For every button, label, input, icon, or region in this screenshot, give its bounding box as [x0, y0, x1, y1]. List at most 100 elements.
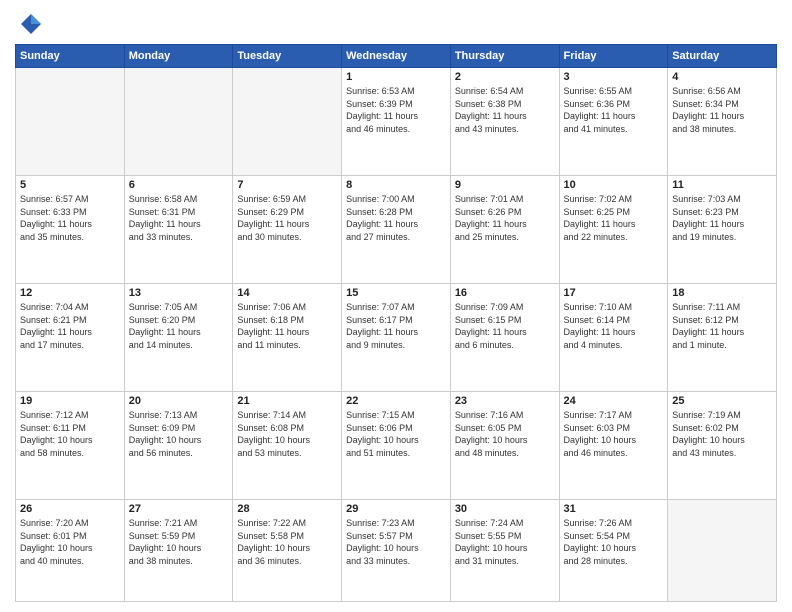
day-number: 14 — [237, 287, 337, 299]
day-number: 29 — [346, 503, 446, 515]
calendar-cell: 27 Sunrise: 7:21 AM Sunset: 5:59 PM Dayli… — [124, 500, 233, 602]
dow-header: Wednesday — [342, 45, 451, 68]
day-number: 15 — [346, 287, 446, 299]
day-info: Sunrise: 7:09 AM Sunset: 6:15 PM Dayligh… — [455, 301, 555, 351]
day-info: Sunrise: 7:04 AM Sunset: 6:21 PM Dayligh… — [20, 301, 120, 351]
day-info: Sunrise: 6:59 AM Sunset: 6:29 PM Dayligh… — [237, 193, 337, 243]
logo-icon — [15, 10, 43, 38]
day-info: Sunrise: 7:07 AM Sunset: 6:17 PM Dayligh… — [346, 301, 446, 351]
day-number: 10 — [564, 179, 664, 191]
day-number: 19 — [20, 395, 120, 407]
day-number: 4 — [672, 71, 772, 83]
calendar-cell: 24 Sunrise: 7:17 AM Sunset: 6:03 PM Dayli… — [559, 392, 668, 500]
day-number: 27 — [129, 503, 229, 515]
day-number: 24 — [564, 395, 664, 407]
calendar-cell: 11 Sunrise: 7:03 AM Sunset: 6:23 PM Dayli… — [668, 176, 777, 284]
calendar-cell — [233, 68, 342, 176]
page: SundayMondayTuesdayWednesdayThursdayFrid… — [0, 0, 792, 612]
calendar-cell — [16, 68, 125, 176]
day-number: 20 — [129, 395, 229, 407]
day-number: 16 — [455, 287, 555, 299]
day-number: 18 — [672, 287, 772, 299]
calendar: SundayMondayTuesdayWednesdayThursdayFrid… — [15, 44, 777, 602]
day-number: 26 — [20, 503, 120, 515]
day-info: Sunrise: 7:22 AM Sunset: 5:58 PM Dayligh… — [237, 517, 337, 567]
day-number: 9 — [455, 179, 555, 191]
day-number: 21 — [237, 395, 337, 407]
calendar-cell: 6 Sunrise: 6:58 AM Sunset: 6:31 PM Daylig… — [124, 176, 233, 284]
calendar-cell: 16 Sunrise: 7:09 AM Sunset: 6:15 PM Dayli… — [450, 284, 559, 392]
day-info: Sunrise: 7:00 AM Sunset: 6:28 PM Dayligh… — [346, 193, 446, 243]
calendar-cell: 9 Sunrise: 7:01 AM Sunset: 6:26 PM Daylig… — [450, 176, 559, 284]
calendar-cell: 12 Sunrise: 7:04 AM Sunset: 6:21 PM Dayli… — [16, 284, 125, 392]
day-info: Sunrise: 6:58 AM Sunset: 6:31 PM Dayligh… — [129, 193, 229, 243]
calendar-cell: 28 Sunrise: 7:22 AM Sunset: 5:58 PM Dayli… — [233, 500, 342, 602]
day-info: Sunrise: 7:20 AM Sunset: 6:01 PM Dayligh… — [20, 517, 120, 567]
calendar-cell: 2 Sunrise: 6:54 AM Sunset: 6:38 PM Daylig… — [450, 68, 559, 176]
day-info: Sunrise: 6:56 AM Sunset: 6:34 PM Dayligh… — [672, 85, 772, 135]
logo — [15, 10, 47, 38]
calendar-cell: 14 Sunrise: 7:06 AM Sunset: 6:18 PM Dayli… — [233, 284, 342, 392]
day-number: 13 — [129, 287, 229, 299]
day-number: 17 — [564, 287, 664, 299]
day-number: 8 — [346, 179, 446, 191]
day-number: 7 — [237, 179, 337, 191]
day-info: Sunrise: 6:57 AM Sunset: 6:33 PM Dayligh… — [20, 193, 120, 243]
calendar-cell: 8 Sunrise: 7:00 AM Sunset: 6:28 PM Daylig… — [342, 176, 451, 284]
day-info: Sunrise: 7:15 AM Sunset: 6:06 PM Dayligh… — [346, 409, 446, 459]
calendar-cell: 23Sunrise: 7:16 AM Sunset: 6:05 PM Dayli… — [450, 392, 559, 500]
calendar-cell: 18 Sunrise: 7:11 AM Sunset: 6:12 PM Dayli… — [668, 284, 777, 392]
day-info: Sunrise: 7:16 AM Sunset: 6:05 PM Dayligh… — [455, 409, 555, 459]
header — [15, 10, 777, 38]
calendar-cell: 29 Sunrise: 7:23 AM Sunset: 5:57 PM Dayli… — [342, 500, 451, 602]
calendar-cell: 13 Sunrise: 7:05 AM Sunset: 6:20 PM Dayli… — [124, 284, 233, 392]
calendar-cell: 30 Sunrise: 7:24 AM Sunset: 5:55 PM Dayli… — [450, 500, 559, 602]
calendar-cell: 7 Sunrise: 6:59 AM Sunset: 6:29 PM Daylig… — [233, 176, 342, 284]
day-number: 1 — [346, 71, 446, 83]
day-info: Sunrise: 7:01 AM Sunset: 6:26 PM Dayligh… — [455, 193, 555, 243]
day-info: Sunrise: 7:12 AM Sunset: 6:11 PM Dayligh… — [20, 409, 120, 459]
calendar-cell: 31Sunrise: 7:26 AM Sunset: 5:54 PM Dayli… — [559, 500, 668, 602]
day-number: 12 — [20, 287, 120, 299]
day-info: Sunrise: 7:05 AM Sunset: 6:20 PM Dayligh… — [129, 301, 229, 351]
day-info: Sunrise: 7:21 AM Sunset: 5:59 PM Dayligh… — [129, 517, 229, 567]
day-number: 31 — [564, 503, 664, 515]
calendar-cell: 25 Sunrise: 7:19 AM Sunset: 6:02 PM Dayli… — [668, 392, 777, 500]
day-number: 5 — [20, 179, 120, 191]
day-info: Sunrise: 7:14 AM Sunset: 6:08 PM Dayligh… — [237, 409, 337, 459]
dow-header: Friday — [559, 45, 668, 68]
day-number: 22 — [346, 395, 446, 407]
day-info: Sunrise: 7:24 AM Sunset: 5:55 PM Dayligh… — [455, 517, 555, 567]
calendar-cell: 20 Sunrise: 7:13 AM Sunset: 6:09 PM Dayli… — [124, 392, 233, 500]
calendar-cell: 1Sunrise: 6:53 AM Sunset: 6:39 PM Daylig… — [342, 68, 451, 176]
day-info: Sunrise: 7:02 AM Sunset: 6:25 PM Dayligh… — [564, 193, 664, 243]
day-info: Sunrise: 7:17 AM Sunset: 6:03 PM Dayligh… — [564, 409, 664, 459]
calendar-cell: 22 Sunrise: 7:15 AM Sunset: 6:06 PM Dayli… — [342, 392, 451, 500]
calendar-cell — [124, 68, 233, 176]
day-info: Sunrise: 7:03 AM Sunset: 6:23 PM Dayligh… — [672, 193, 772, 243]
day-number: 2 — [455, 71, 555, 83]
day-info: Sunrise: 7:10 AM Sunset: 6:14 PM Dayligh… — [564, 301, 664, 351]
day-number: 28 — [237, 503, 337, 515]
day-info: Sunrise: 6:55 AM Sunset: 6:36 PM Dayligh… — [564, 85, 664, 135]
calendar-cell: 4 Sunrise: 6:56 AM Sunset: 6:34 PM Daylig… — [668, 68, 777, 176]
dow-header: Sunday — [16, 45, 125, 68]
day-number: 11 — [672, 179, 772, 191]
day-info: Sunrise: 7:13 AM Sunset: 6:09 PM Dayligh… — [129, 409, 229, 459]
calendar-cell: 3 Sunrise: 6:55 AM Sunset: 6:36 PM Daylig… — [559, 68, 668, 176]
day-number: 3 — [564, 71, 664, 83]
day-info: Sunrise: 7:23 AM Sunset: 5:57 PM Dayligh… — [346, 517, 446, 567]
calendar-cell — [668, 500, 777, 602]
calendar-cell: 15 Sunrise: 7:07 AM Sunset: 6:17 PM Dayli… — [342, 284, 451, 392]
dow-header: Tuesday — [233, 45, 342, 68]
day-number: 25 — [672, 395, 772, 407]
day-info: Sunrise: 7:11 AM Sunset: 6:12 PM Dayligh… — [672, 301, 772, 351]
day-number: 30 — [455, 503, 555, 515]
dow-header: Saturday — [668, 45, 777, 68]
day-info: Sunrise: 6:54 AM Sunset: 6:38 PM Dayligh… — [455, 85, 555, 135]
dow-header: Monday — [124, 45, 233, 68]
day-info: Sunrise: 7:06 AM Sunset: 6:18 PM Dayligh… — [237, 301, 337, 351]
dow-header: Thursday — [450, 45, 559, 68]
day-number: 6 — [129, 179, 229, 191]
day-info: Sunrise: 7:19 AM Sunset: 6:02 PM Dayligh… — [672, 409, 772, 459]
